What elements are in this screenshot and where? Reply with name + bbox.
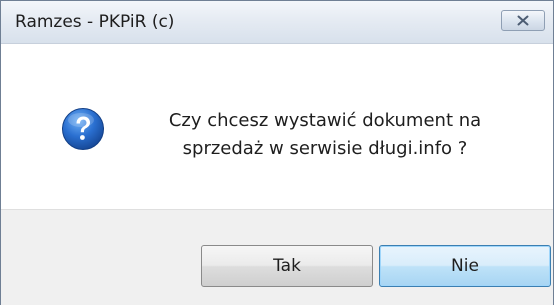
close-icon xyxy=(517,15,529,26)
title-bar[interactable]: Ramzes - PKPiR (c) xyxy=(1,1,553,44)
button-bar: Tak Nie xyxy=(1,209,553,305)
question-icon xyxy=(62,108,104,150)
no-button[interactable]: Nie xyxy=(379,245,551,287)
message-line-1: Czy chcesz wystawić dokument na xyxy=(168,110,482,131)
dialog-content: Czy chcesz wystawić dokument na sprzedaż… xyxy=(1,44,553,209)
no-button-label: Nie xyxy=(451,256,479,276)
close-button[interactable] xyxy=(501,10,545,31)
window-title: Ramzes - PKPiR (c) xyxy=(15,12,175,32)
yes-button[interactable]: Tak xyxy=(201,245,373,287)
dialog-message: Czy chcesz wystawić dokument na sprzedaż… xyxy=(135,107,515,163)
dialog-window: Ramzes - PKPiR (c) Czy chcesz wystawić d… xyxy=(0,0,554,305)
message-line-2: sprzedaż w serwisie długi.info ? xyxy=(182,138,468,159)
yes-button-label: Tak xyxy=(273,256,301,276)
